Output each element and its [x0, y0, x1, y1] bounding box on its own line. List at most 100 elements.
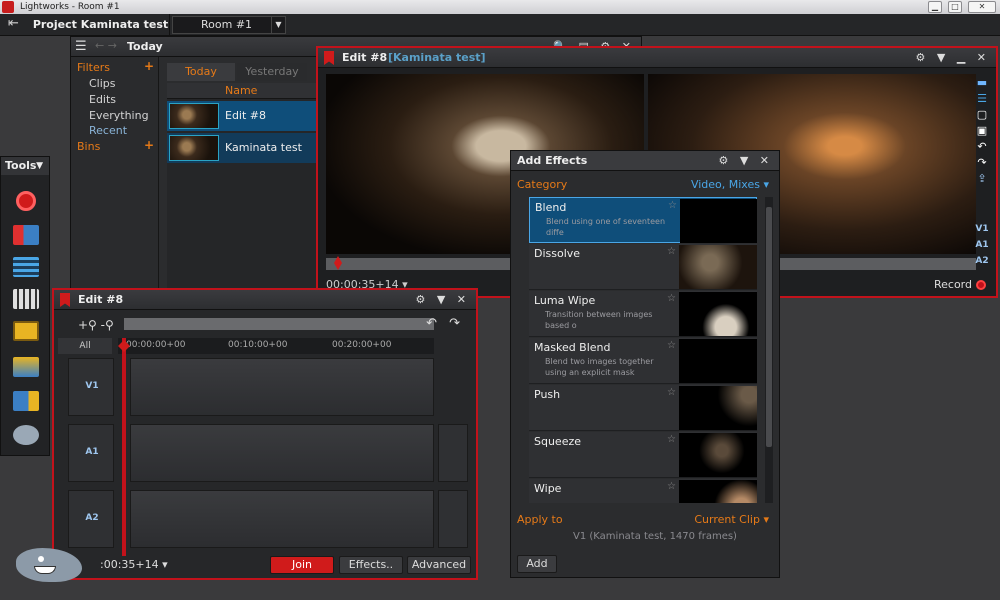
track-header-a2[interactable]: A2 — [68, 490, 114, 548]
grid-tool-icon[interactable] — [13, 289, 39, 309]
bookmark-icon — [60, 293, 70, 307]
tools-title: Tools — [5, 159, 37, 172]
redo-icon[interactable]: ↷ — [974, 156, 990, 169]
list-item[interactable]: Push ☆ — [529, 385, 757, 431]
track-a2-toggle[interactable]: A2 — [972, 256, 992, 266]
list-item[interactable]: Wipe ☆ — [529, 479, 757, 503]
undo-icon[interactable]: ↶ — [974, 140, 990, 153]
star-icon[interactable]: ☆ — [667, 434, 676, 445]
zoom-icons[interactable]: +⚲ -⚲ — [78, 318, 114, 332]
table-row[interactable]: Kaminata test — [167, 133, 317, 163]
exit-icon[interactable]: ⇤ — [8, 16, 19, 31]
sidebar-item-everything[interactable]: Everything — [89, 109, 149, 122]
close-button[interactable]: ✕ — [968, 1, 996, 13]
track-v1[interactable] — [130, 358, 434, 416]
list-item[interactable]: Blend Blend using one of seventeen diffe… — [529, 197, 757, 243]
effects-button[interactable]: Effects.. — [339, 556, 403, 574]
list-item[interactable]: Luma Wipe Transition between images base… — [529, 291, 757, 337]
list-item[interactable]: Dissolve ☆ — [529, 244, 757, 290]
effects-scrollbar[interactable] — [765, 197, 773, 503]
pin-icon[interactable]: ▼ — [36, 157, 43, 175]
category-select[interactable]: Video, Mixes ▾ — [691, 178, 769, 191]
sidebar-item-recent[interactable]: Recent — [89, 124, 127, 137]
add-effect-button[interactable]: Add — [517, 555, 557, 573]
effect-description — [545, 450, 675, 474]
effects-title-icons[interactable]: ⚙ ▼ ✕ — [718, 151, 773, 171]
all-tracks-button[interactable]: All — [58, 338, 112, 354]
star-icon[interactable]: ☆ — [667, 340, 676, 351]
track-header-a1[interactable]: A1 — [68, 424, 114, 482]
bins-table: Name Edit #8 Kaminata test — [167, 83, 317, 295]
window-title: Lightworks - Room #1 — [20, 2, 120, 12]
apply-to-value: Current Clip — [694, 513, 760, 526]
star-icon[interactable]: ☆ — [668, 200, 677, 211]
effect-name: Luma Wipe — [534, 294, 596, 307]
sidebar-item-clips[interactable]: Clips — [89, 77, 116, 90]
minimize-button[interactable]: ▁ — [928, 1, 942, 13]
track-header-v1[interactable]: V1 — [68, 358, 114, 416]
frame-icon[interactable]: ▢ — [974, 108, 990, 121]
folder-icon[interactable]: ▬ — [974, 76, 990, 89]
users-settings-icon[interactable] — [13, 425, 39, 445]
record-tool-icon[interactable] — [16, 191, 36, 211]
star-icon[interactable]: ☆ — [667, 481, 676, 492]
table-row[interactable]: Edit #8 — [167, 101, 317, 131]
split-frame-icon[interactable]: ▣ — [974, 124, 990, 137]
tab-today[interactable]: Today — [167, 63, 235, 81]
star-icon[interactable]: ☆ — [667, 293, 676, 304]
menu-icon[interactable]: ☰ — [75, 39, 87, 54]
nav-arrows-icon[interactable]: ← → — [95, 39, 117, 52]
share-tool-icon[interactable] — [13, 391, 39, 411]
track-a2[interactable] — [130, 490, 434, 548]
effects-title: Add Effects — [517, 154, 588, 167]
track-a1[interactable] — [130, 424, 434, 482]
timeline-ruler[interactable]: 00:00:00+00 00:10:00+00 00:20:00+00 — [118, 338, 434, 354]
add-effects-dialog: Add Effects ⚙ ▼ ✕ Category Video, Mixes … — [510, 150, 780, 578]
timeline-title-icons[interactable]: ⚙ ▼ ✕ — [415, 290, 470, 310]
room-selector[interactable]: Room #1 ▼ — [172, 16, 286, 34]
apply-to-select[interactable]: Current Clip ▾ — [694, 513, 769, 526]
import-tool-icon[interactable] — [13, 225, 39, 245]
list-item[interactable]: Masked Blend Blend two images together u… — [529, 338, 757, 384]
timeline-panel: Edit #8 ⚙ ▼ ✕ +⚲ -⚲ ↶ ↷ All 00:00:00+00 … — [52, 288, 478, 580]
chevron-down-icon[interactable]: ▾ — [162, 558, 168, 571]
track-label: A2 — [85, 513, 99, 523]
lightworks-logo-icon — [2, 1, 14, 13]
list-item[interactable]: Squeeze ☆ — [529, 432, 757, 478]
effect-description: Transition between images based o — [545, 310, 653, 330]
row-name: Kaminata test — [225, 141, 302, 154]
add-filter-button[interactable]: + — [144, 59, 154, 73]
timeline-titlebar: Edit #8 ⚙ ▼ ✕ — [54, 290, 476, 310]
join-button[interactable]: Join — [270, 556, 334, 574]
room-label: Room #1 — [201, 18, 253, 31]
column-name-header[interactable]: Name — [225, 83, 257, 99]
timeline-timecode[interactable]: :00:35+14 ▾ — [100, 558, 168, 571]
add-bin-button[interactable]: + — [144, 138, 154, 152]
export-tool-icon[interactable] — [13, 357, 39, 377]
record-control[interactable]: Record — [934, 278, 986, 291]
track-a1-toggle[interactable]: A1 — [972, 240, 992, 250]
star-icon[interactable]: ☆ — [667, 246, 676, 257]
viewer-title-icons[interactable]: ⚙ ▼ ▁ ✕ — [916, 48, 991, 68]
effect-preview — [679, 339, 757, 383]
sidebar-item-edits[interactable]: Edits — [89, 93, 116, 106]
track-v1-toggle[interactable]: V1 — [972, 224, 992, 234]
timeline-scrub-bar[interactable] — [124, 318, 434, 330]
tab-yesterday[interactable]: Yesterday — [237, 63, 307, 81]
advanced-button[interactable]: Advanced — [407, 556, 471, 574]
search-tool-icon[interactable] — [13, 321, 39, 341]
timeline-playhead[interactable] — [122, 338, 126, 556]
export-icon[interactable]: ⇪ — [974, 172, 990, 185]
project-title[interactable]: Project Kaminata test — [32, 14, 170, 36]
maximize-button[interactable]: □ — [948, 1, 962, 13]
list-icon[interactable]: ☰ — [974, 92, 990, 105]
timeline-tool-icon[interactable] — [13, 257, 39, 277]
effect-preview — [679, 433, 757, 477]
chevron-down-icon[interactable]: ▼ — [271, 17, 285, 33]
scrollbar-thumb[interactable] — [766, 207, 772, 447]
undo-redo-icons[interactable]: ↶ ↷ — [426, 316, 464, 331]
filters-heading: Filters — [77, 61, 110, 74]
record-icon[interactable] — [976, 280, 986, 290]
effect-preview — [679, 245, 757, 289]
star-icon[interactable]: ☆ — [667, 387, 676, 398]
